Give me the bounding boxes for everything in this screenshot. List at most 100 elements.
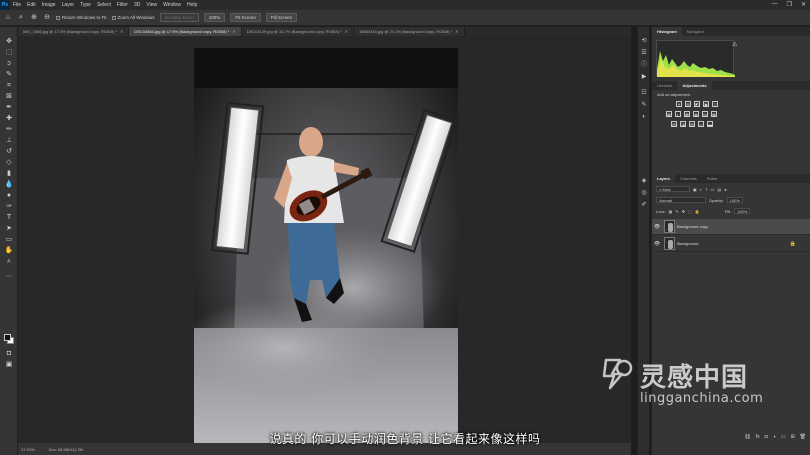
levels-icon[interactable]: ▥ [685, 101, 691, 107]
close-tab-icon[interactable]: ✕ [120, 29, 123, 34]
filter-toggle-icon[interactable]: ● [724, 187, 726, 192]
channel-mixer-icon[interactable]: ▤ [702, 111, 708, 117]
tab-layers[interactable]: Layers [652, 174, 675, 183]
lasso-tool-icon[interactable]: ↄ [4, 59, 14, 68]
filter-shape-icon[interactable]: ▭ [711, 187, 715, 192]
menu-filter[interactable]: Filter [114, 2, 131, 8]
menu-edit[interactable]: Edit [24, 2, 39, 8]
blur-tool-icon[interactable]: 💧 [4, 180, 14, 189]
channels-panel-icon[interactable]: ◎ [640, 189, 648, 197]
document-photo[interactable] [194, 48, 458, 443]
tab-navigator[interactable]: Navigator [682, 27, 709, 36]
actions-panel-icon[interactable]: ▶ [640, 73, 648, 81]
menu-3d[interactable]: 3D [131, 2, 143, 8]
layer-name[interactable]: Background [677, 241, 698, 246]
menu-help[interactable]: Help [184, 2, 200, 8]
selective-color-icon[interactable]: ▭ [698, 121, 704, 127]
exposure-icon[interactable]: ▣ [703, 101, 709, 107]
invert-icon[interactable]: ▧ [671, 121, 677, 127]
layer-background-copy[interactable]: 👁 Background copy [652, 219, 810, 235]
menu-type[interactable]: Type [77, 2, 94, 8]
tab-adjustments[interactable]: Adjustments [677, 81, 712, 90]
eraser-tool-icon[interactable]: ◇ [4, 158, 14, 167]
minimize-button[interactable]: — [772, 1, 778, 8]
more-tools-icon[interactable]: ⋯ [4, 272, 14, 281]
color-balance-icon[interactable]: ◐ [675, 111, 681, 117]
menu-view[interactable]: View [143, 2, 160, 8]
fill-screen-button[interactable]: Fill Screen [265, 13, 298, 22]
hand-tool-icon[interactable]: ✋ [4, 246, 14, 255]
foreground-color-swatch[interactable] [4, 334, 11, 341]
hue-saturation-icon[interactable]: ▦ [666, 111, 672, 117]
history-brush-icon[interactable]: ↺ [4, 147, 14, 156]
kind-filter-select[interactable]: ⌕ Kind [656, 186, 690, 192]
posterize-icon[interactable]: ◪ [680, 121, 686, 127]
resize-windows-checkbox[interactable]: Resize Windows to Fit [56, 15, 107, 20]
lock-artboard-icon[interactable]: ⬚ [688, 209, 692, 214]
healing-brush-icon[interactable]: ✚ [4, 114, 14, 123]
zoom-level[interactable]: 17.93% [21, 447, 35, 452]
curves-icon[interactable]: ◩ [694, 101, 700, 107]
photo-filter-icon[interactable]: ◉ [693, 111, 699, 117]
type-tool-icon[interactable]: T [4, 213, 14, 222]
cache-warning-icon[interactable]: ⚠ [732, 41, 737, 48]
filter-adjustment-icon[interactable]: ◐ [700, 187, 702, 192]
dodge-tool-icon[interactable]: ● [4, 191, 14, 200]
zoom-tool-icon[interactable]: ⌕ [17, 14, 25, 22]
clone-stamp-icon[interactable]: ⊥ [4, 136, 14, 145]
filter-type-icon[interactable]: T [705, 187, 707, 192]
marquee-tool-icon[interactable]: ⬚ [4, 48, 14, 57]
fit-screen-button[interactable]: Fit Screen [230, 13, 261, 22]
menu-file[interactable]: File [10, 2, 24, 8]
frame-tool-icon[interactable]: ⊠ [4, 92, 14, 101]
menu-layer[interactable]: Layer [59, 2, 78, 8]
crop-tool-icon[interactable]: ⌗ [4, 81, 14, 90]
lock-position-icon[interactable]: ✥ [682, 209, 685, 214]
restore-button[interactable]: ❐ [787, 1, 792, 8]
tab-histogram[interactable]: Histogram [652, 27, 682, 36]
color-lookup-icon[interactable]: ▦ [711, 111, 717, 117]
close-button[interactable]: ✕ [801, 1, 806, 8]
info-panel-icon[interactable]: ⓘ [640, 61, 648, 69]
zoom-all-checkbox[interactable]: Zoom All Windows [111, 15, 155, 20]
gradient-map-icon[interactable]: ▬ [707, 121, 713, 127]
lock-transparent-icon[interactable]: ▦ [669, 209, 673, 214]
path-select-tool-icon[interactable]: ➤ [4, 224, 14, 233]
close-tab-icon[interactable]: ✕ [232, 29, 235, 34]
history-panel-icon[interactable]: ⟲ [640, 37, 648, 45]
menu-select[interactable]: Select [94, 2, 114, 8]
close-tab-icon[interactable]: ✕ [455, 29, 458, 34]
filter-smart-object-icon[interactable]: ▤ [717, 187, 721, 192]
home-icon[interactable]: ⌂ [4, 14, 12, 22]
quick-select-tool-icon[interactable]: ✎ [4, 70, 14, 79]
eyedropper-tool-icon[interactable]: ✒ [4, 103, 14, 112]
vibrance-icon[interactable]: ▽ [712, 101, 718, 107]
menu-window[interactable]: Window [160, 2, 184, 8]
blend-mode-select[interactable]: Normal [656, 197, 706, 203]
properties-panel-icon[interactable]: ☰ [640, 49, 648, 57]
zoom-100-button[interactable]: 100% [203, 13, 226, 22]
photoshop-logo[interactable]: Ps [0, 0, 10, 10]
lock-all-icon[interactable]: 🔒 [695, 209, 700, 214]
zoom-out-icon[interactable]: ⊖ [43, 14, 51, 22]
close-tab-icon[interactable]: ✕ [345, 29, 348, 34]
layer-name[interactable]: Background copy [677, 224, 708, 229]
pen-tool-icon[interactable]: ✑ [4, 202, 14, 211]
eye-icon[interactable]: 👁 [652, 241, 662, 247]
lock-pixels-icon[interactable]: ✎ [675, 209, 678, 214]
tab-channels[interactable]: Channels [675, 174, 702, 183]
opacity-input[interactable]: 100% [726, 197, 743, 203]
zoom-in-icon[interactable]: ⊕ [30, 14, 38, 22]
tab-dsc04129[interactable]: DSC04129.jpg @ 15.7% (Background copy, R… [241, 27, 354, 36]
brush-tool-icon[interactable]: ✏ [4, 125, 14, 134]
doc-size[interactable]: Doc: 55.9M/111.7M [49, 447, 83, 452]
black-white-icon[interactable]: ▩ [684, 111, 690, 117]
brush-settings-icon[interactable]: ✎ [640, 101, 648, 109]
layers-panel-icon[interactable]: ◈ [640, 177, 648, 185]
brightness-contrast-icon[interactable]: ☀ [676, 101, 682, 107]
adjustments-panel-icon[interactable]: ◐ [640, 113, 648, 121]
rectangle-tool-icon[interactable]: ▭ [4, 235, 14, 244]
tab-dsc04884[interactable]: DSC04884.jpg @ 17.9% (Background copy, R… [129, 27, 242, 36]
threshold-icon[interactable]: ▨ [689, 121, 695, 127]
canvas-area[interactable] [18, 36, 631, 443]
